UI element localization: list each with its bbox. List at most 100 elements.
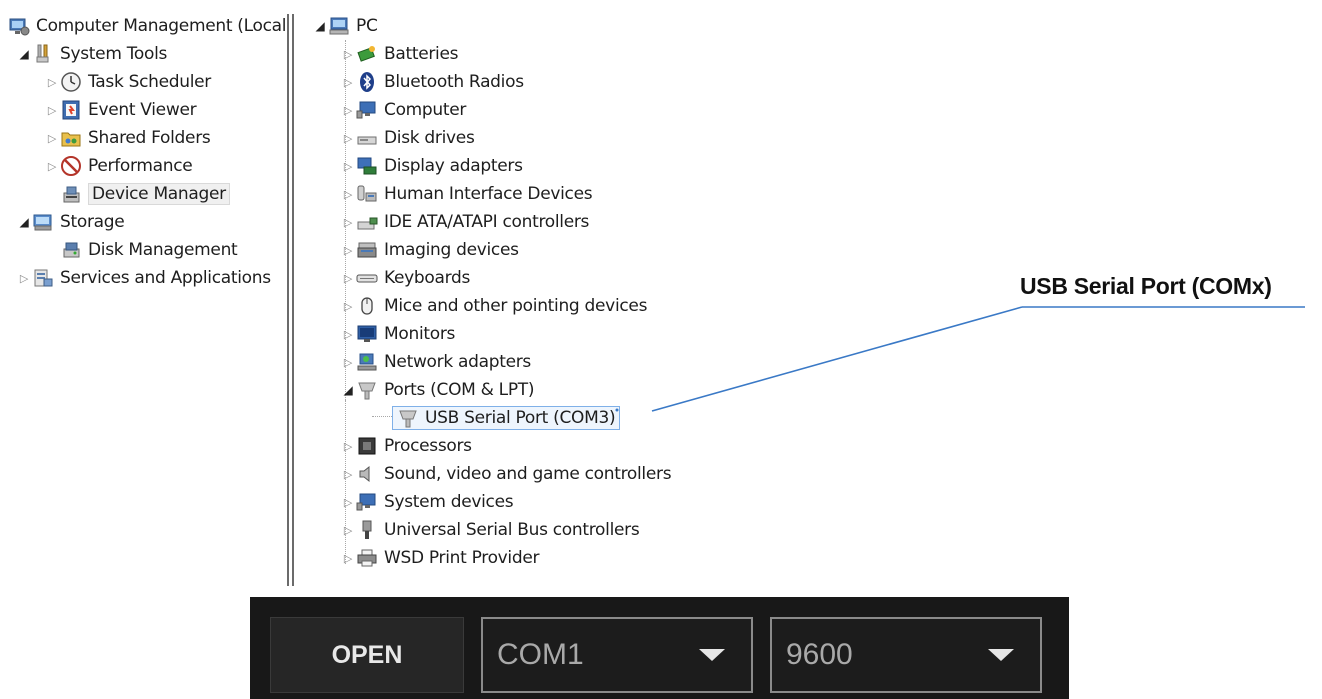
keyboard-icon <box>356 267 378 289</box>
tree-item-label: Event Viewer <box>88 100 197 120</box>
tree-item-label: WSD Print Provider <box>384 548 540 568</box>
tree-item-label: USB Serial Port (COM3) <box>425 408 616 428</box>
tree-item-label: Disk drives <box>384 128 475 148</box>
tree-item-label: Computer <box>384 100 467 120</box>
tree-item-label: Shared Folders <box>88 128 211 148</box>
device-category-ports[interactable]: ◢ Ports (COM & LPT) <box>340 377 535 403</box>
expand-arrow-icon[interactable]: ▷ <box>340 496 356 509</box>
expand-arrow-icon[interactable]: ▷ <box>340 188 356 201</box>
expand-arrow-icon[interactable]: ▷ <box>16 272 32 285</box>
expand-arrow-icon[interactable]: ▷ <box>340 524 356 537</box>
expand-arrow-icon[interactable]: ▷ <box>340 356 356 369</box>
tree-item-label: IDE ATA/ATAPI controllers <box>384 212 590 232</box>
device-manager-icon <box>60 183 82 205</box>
expand-arrow-icon[interactable]: ▷ <box>44 160 60 173</box>
shared-folder-icon <box>60 127 82 149</box>
tree-connector-line <box>345 400 346 430</box>
device-category-bluetooth[interactable]: ▷ Bluetooth Radios <box>340 69 524 95</box>
device-category-computer[interactable]: ▷ Computer <box>340 97 467 123</box>
tree-item-system-tools[interactable]: ◢ System Tools <box>16 41 168 67</box>
tree-item-computer-management[interactable]: Computer Management (Local <box>8 13 287 39</box>
device-category-keyboards[interactable]: ▷ Keyboards <box>340 265 470 291</box>
expand-arrow-icon[interactable]: ▷ <box>340 272 356 285</box>
collapse-arrow-icon[interactable]: ◢ <box>312 19 328 33</box>
tree-item-label: Bluetooth Radios <box>384 72 524 92</box>
expand-arrow-icon[interactable]: ▷ <box>340 552 356 565</box>
tree-item-label: Batteries <box>384 44 459 64</box>
expand-arrow-icon[interactable]: ▷ <box>44 132 60 145</box>
device-category-imaging[interactable]: ▷ Imaging devices <box>340 237 519 263</box>
ide-controller-icon <box>356 211 378 233</box>
serial-toolbar: OPEN COM1 9600 <box>250 597 1069 699</box>
mouse-icon <box>356 295 378 317</box>
tree-item-label: Computer Management (Local <box>36 16 287 36</box>
clock-icon <box>60 71 82 93</box>
expand-arrow-icon[interactable]: ▷ <box>340 328 356 341</box>
expand-arrow-icon[interactable]: ▷ <box>44 104 60 117</box>
device-category-ide[interactable]: ▷ IDE ATA/ATAPI controllers <box>340 209 590 235</box>
device-category-network[interactable]: ▷ Network adapters <box>340 349 531 375</box>
device-category-monitors[interactable]: ▷ Monitors <box>340 321 455 347</box>
device-category-wsd[interactable]: ▷ WSD Print Provider <box>340 545 540 571</box>
device-category-usb[interactable]: ▷ Universal Serial Bus controllers <box>340 517 640 543</box>
computer-management-icon <box>8 15 30 37</box>
tools-icon <box>32 43 54 65</box>
port-connector-icon <box>356 379 378 401</box>
device-category-disk-drives[interactable]: ▷ Disk drives <box>340 125 475 151</box>
tree-item-label: System Tools <box>60 44 168 64</box>
chevron-down-icon[interactable] <box>699 649 725 661</box>
tree-item-label: Services and Applications <box>60 268 271 288</box>
tree-item-performance[interactable]: ▷ Performance <box>44 153 193 179</box>
port-connector-icon <box>397 407 419 429</box>
device-category-batteries[interactable]: ▷ Batteries <box>340 41 459 67</box>
tree-item-label: Sound, video and game controllers <box>384 464 672 484</box>
expand-arrow-icon[interactable]: ▷ <box>340 244 356 257</box>
expand-arrow-icon[interactable]: ▷ <box>340 104 356 117</box>
tree-item-task-scheduler[interactable]: ▷ Task Scheduler <box>44 69 211 95</box>
expand-arrow-icon[interactable]: ▷ <box>340 468 356 481</box>
bluetooth-icon <box>356 71 378 93</box>
expand-arrow-icon[interactable]: ▷ <box>44 76 60 89</box>
chevron-down-icon[interactable] <box>988 649 1014 661</box>
expand-arrow-icon[interactable]: ▷ <box>340 300 356 313</box>
tree-item-label: Storage <box>60 212 125 232</box>
expand-arrow-icon[interactable]: ▷ <box>340 76 356 89</box>
device-tree-root[interactable]: ◢ PC <box>312 13 378 39</box>
tree-item-device-manager[interactable]: Device Manager <box>60 181 230 207</box>
monitor-icon <box>356 99 378 121</box>
tree-item-label: System devices <box>384 492 514 512</box>
tree-connector-line <box>372 416 392 417</box>
tree-item-storage[interactable]: ◢ Storage <box>16 209 125 235</box>
pane-splitter[interactable] <box>287 14 289 586</box>
tree-item-disk-management[interactable]: Disk Management <box>60 237 238 263</box>
collapse-arrow-icon[interactable]: ◢ <box>340 383 356 397</box>
baud-select[interactable]: 9600 <box>770 617 1042 693</box>
device-usb-serial-port[interactable]: USB Serial Port (COM3) <box>392 405 621 431</box>
port-select[interactable]: COM1 <box>481 617 753 693</box>
device-category-mice[interactable]: ▷ Mice and other pointing devices <box>340 293 648 319</box>
collapse-arrow-icon[interactable]: ◢ <box>16 215 32 229</box>
tree-item-services-applications[interactable]: ▷ Services and Applications <box>16 265 271 291</box>
expand-arrow-icon[interactable]: ▷ <box>340 132 356 145</box>
tree-item-label: Mice and other pointing devices <box>384 296 648 316</box>
expand-arrow-icon[interactable]: ▷ <box>340 48 356 61</box>
tree-item-shared-folders[interactable]: ▷ Shared Folders <box>44 125 211 151</box>
tree-item-event-viewer[interactable]: ▷ Event Viewer <box>44 97 197 123</box>
storage-icon <box>32 211 54 233</box>
system-device-icon <box>356 491 378 513</box>
expand-arrow-icon[interactable]: ▷ <box>340 216 356 229</box>
expand-arrow-icon[interactable]: ▷ <box>340 160 356 173</box>
network-adapter-icon <box>356 351 378 373</box>
device-category-display-adapters[interactable]: ▷ Display adapters <box>340 153 523 179</box>
device-category-processors[interactable]: ▷ Processors <box>340 433 472 459</box>
device-category-system[interactable]: ▷ System devices <box>340 489 514 515</box>
open-button[interactable]: OPEN <box>270 617 464 693</box>
collapse-arrow-icon[interactable]: ◢ <box>16 47 32 61</box>
device-category-sound[interactable]: ▷ Sound, video and game controllers <box>340 461 672 487</box>
expand-arrow-icon[interactable]: ▷ <box>340 440 356 453</box>
baud-select-value: 9600 <box>786 638 853 671</box>
tree-item-label: Network adapters <box>384 352 531 372</box>
event-log-icon <box>60 99 82 121</box>
disk-drive-icon <box>356 127 378 149</box>
device-category-hid[interactable]: ▷ Human Interface Devices <box>340 181 593 207</box>
